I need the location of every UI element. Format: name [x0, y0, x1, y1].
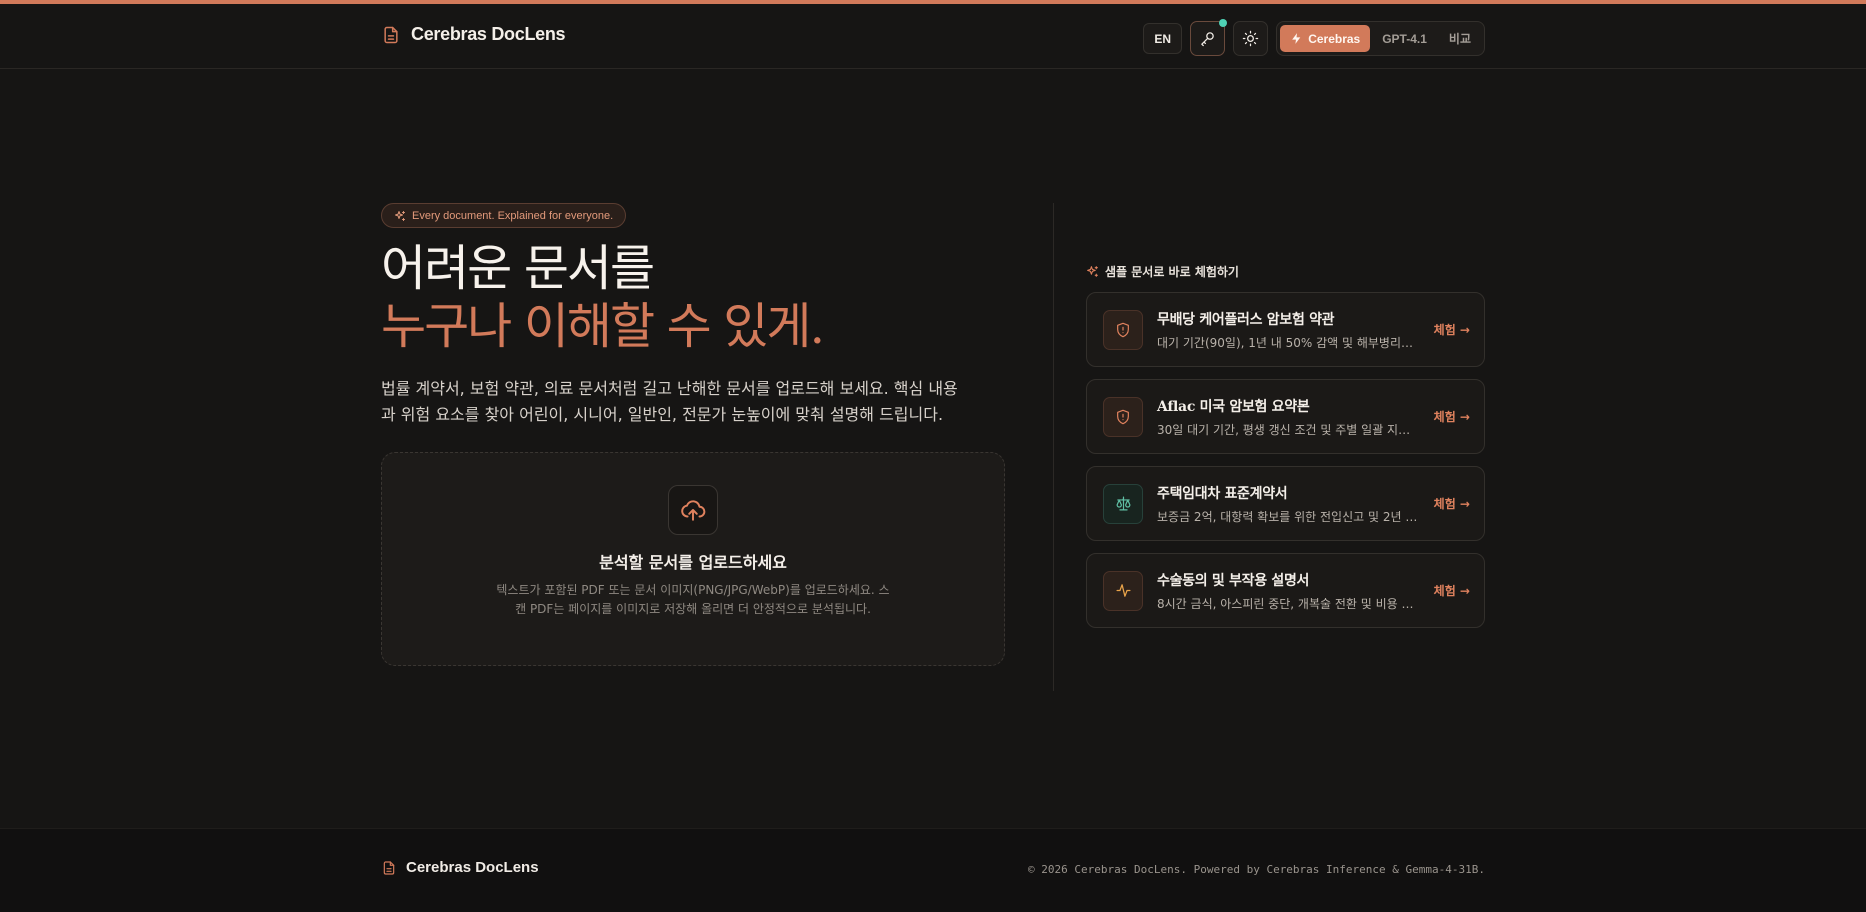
sample-card[interactable]: Aflac 미국 암보험 요약본 30일 대기 기간, 평생 갱신 조건 및 주…	[1086, 379, 1485, 454]
sample-icon-box	[1103, 570, 1143, 611]
upload-title: 분석할 문서를 업로드하세요	[599, 553, 787, 572]
sample-title: Aflac 미국 암보험 요약본	[1157, 398, 1310, 415]
document-icon	[384, 26, 398, 43]
sparkles-icon	[395, 210, 405, 221]
try-sample-link[interactable]: 체험 →	[1434, 321, 1470, 338]
sample-icon-box	[1103, 483, 1143, 524]
sample-text: Aflac 미국 암보험 요약본 30일 대기 기간, 평생 갱신 조건 및 주…	[1157, 396, 1419, 438]
try-sample-link[interactable]: 체험 →	[1434, 408, 1470, 425]
shield-icon	[1117, 409, 1129, 424]
upload-dropzone[interactable]: 분석할 문서를 업로드하세요 텍스트가 포함된 PDF 또는 문서 이미지(PN…	[381, 452, 1005, 666]
theme-toggle-button[interactable]	[1233, 21, 1269, 56]
header-actions: EN Cerebras GPT-4.1 비교	[1143, 19, 1485, 56]
hero-section: Every document. Explained for everyone. …	[381, 203, 1005, 666]
model-option-cerebras[interactable]: Cerebras	[1280, 25, 1371, 52]
sun-icon	[1242, 30, 1259, 47]
samples-list: 무배당 케어플러스 암보험 약관 대기 기간(90일), 1년 내 50% 감액…	[1086, 292, 1485, 628]
try-sample-link[interactable]: 체험 →	[1434, 495, 1470, 512]
language-toggle-button[interactable]: EN	[1143, 23, 1183, 54]
status-dot	[1219, 19, 1228, 27]
sample-description: 대기 기간(90일), 1년 내 50% 감액 및 해부병리학적 진단 요건	[1157, 335, 1419, 350]
sample-icon-box	[1103, 309, 1143, 350]
upload-icon-box	[668, 485, 718, 535]
brand-name: Cerebras DocLens	[411, 24, 566, 44]
sample-card[interactable]: 수술동의 및 부작용 설명서 8시간 금식, 아스피린 중단, 개복술 전환 및…	[1086, 553, 1485, 628]
model-selector: Cerebras GPT-4.1 비교	[1276, 21, 1485, 56]
model-option-compare[interactable]: 비교	[1439, 25, 1481, 52]
hero-title: 어려운 문서를 누구나 이해할 수 있게.	[381, 240, 1005, 356]
key-icon	[1201, 32, 1214, 47]
section-divider	[1053, 203, 1054, 691]
sample-title: 주택임대차 표준계약서	[1157, 485, 1288, 502]
sample-description: 보증금 2억, 대항력 확보를 위한 전입신고 및 2년 계약 기간	[1157, 509, 1419, 524]
sample-text: 수술동의 및 부작용 설명서 8시간 금식, 아스피린 중단, 개복술 전환 및…	[1157, 570, 1419, 612]
sparkles-icon	[1087, 266, 1098, 277]
samples-panel: 샘플 문서로 바로 체험하기 무배당 케어플러스 암보험 약관 대기 기간(90…	[1086, 263, 1485, 640]
sample-icon-box	[1103, 396, 1143, 437]
model-option-label: Cerebras	[1308, 31, 1361, 46]
tagline-text: Every document. Explained for everyone.	[412, 209, 614, 222]
lightning-icon	[1292, 33, 1301, 44]
sample-text: 무배당 케어플러스 암보험 약관 대기 기간(90일), 1년 내 50% 감액…	[1157, 309, 1419, 351]
pulse-icon	[1115, 584, 1131, 597]
sample-card[interactable]: 주택임대차 표준계약서 보증금 2억, 대항력 확보를 위한 전입신고 및 2년…	[1086, 466, 1485, 541]
hero-title-line1: 어려운 문서를	[381, 240, 655, 297]
sample-title: 무배당 케어플러스 암보험 약관	[1157, 311, 1335, 328]
sample-card[interactable]: 무배당 케어플러스 암보험 약관 대기 기간(90일), 1년 내 50% 감액…	[1086, 292, 1485, 367]
hero-title-line2: 누구나 이해할 수 있게.	[381, 298, 825, 355]
copyright-text: © 2026 Cerebras DocLens. Powered by Cere…	[1028, 863, 1485, 876]
sample-title: 수술동의 및 부작용 설명서	[1157, 572, 1310, 589]
shield-icon	[1117, 322, 1129, 337]
footer-brand[interactable]: Cerebras DocLens	[381, 859, 539, 876]
main-content: Every document. Explained for everyone. …	[0, 70, 1866, 828]
document-icon	[383, 860, 395, 875]
sample-text: 주택임대차 표준계약서 보증금 2억, 대항력 확보를 위한 전입신고 및 2년…	[1157, 483, 1419, 525]
upload-description: 텍스트가 포함된 PDF 또는 문서 이미지(PNG/JPG/WebP)를 업로…	[496, 583, 890, 616]
sample-description: 30일 대기 기간, 평생 갱신 조건 및 주별 일괄 지급 조건	[1157, 422, 1419, 437]
samples-heading: 샘플 문서로 바로 체험하기	[1086, 263, 1485, 280]
app-footer: Cerebras DocLens © 2026 Cerebras DocLens…	[0, 828, 1866, 912]
sample-description: 8시간 금식, 아스피린 중단, 개복술 전환 및 비용 부담 안내	[1157, 596, 1419, 611]
try-sample-link[interactable]: 체험 →	[1434, 582, 1470, 599]
scale-icon	[1116, 496, 1130, 511]
samples-heading-text: 샘플 문서로 바로 체험하기	[1105, 265, 1239, 279]
api-key-button[interactable]	[1190, 19, 1228, 56]
tagline-badge: Every document. Explained for everyone.	[381, 203, 627, 228]
model-option-gpt[interactable]: GPT-4.1	[1372, 25, 1437, 52]
app-header: Cerebras DocLens EN Cerebras GPT-4.1 비교	[0, 4, 1866, 69]
cloud-upload-icon	[681, 500, 706, 521]
hero-description: 법률 계약서, 보험 약관, 의료 문서처럼 길고 난해한 문서를 업로드해 보…	[381, 379, 958, 424]
brand-logo[interactable]: Cerebras DocLens	[381, 24, 566, 45]
footer-brand-name: Cerebras DocLens	[406, 859, 539, 876]
